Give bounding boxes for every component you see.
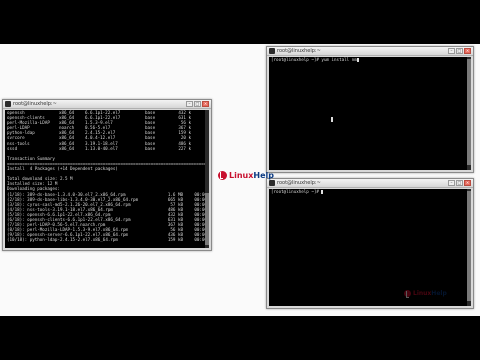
- terminal-icon: [269, 180, 275, 186]
- window-title: root@linuxhelp:~: [13, 101, 57, 107]
- terminal-output[interactable]: [root@linuxhelp ~]# yum install nm: [269, 57, 471, 170]
- maximize-button[interactable]: □: [456, 180, 463, 186]
- close-button[interactable]: ×: [202, 101, 209, 107]
- close-button[interactable]: ×: [464, 180, 471, 186]
- text-cursor: [356, 58, 359, 62]
- package-name: sssd: [7, 145, 18, 151]
- download-time: 00:00: [194, 237, 207, 243]
- linuxhelp-watermark-icon: [404, 290, 411, 298]
- package-size: 227 k: [178, 145, 191, 151]
- text-cursor: [321, 190, 324, 194]
- maximize-button[interactable]: □: [456, 48, 463, 54]
- close-button[interactable]: ×: [464, 48, 471, 54]
- scrollbar[interactable]: [467, 189, 471, 306]
- download-row: (10/18): python-ldap-2.4.15-2.el7.x86_64…: [5, 237, 209, 242]
- minimize-button[interactable]: –: [186, 101, 193, 107]
- bottom-letterbox: [0, 316, 480, 360]
- window-title: root@linuxhelp:~: [277, 48, 321, 54]
- download-file: (10/18): python-ldap-2.4.15-2.el7.x86_64…: [7, 237, 118, 243]
- package-version: 1.13.0-40.el7: [85, 145, 118, 151]
- titlebar[interactable]: root@linuxhelp:~ – □ ×: [3, 100, 211, 109]
- command-line[interactable]: [root@linuxhelp ~]#: [269, 189, 471, 195]
- terminal-output[interactable]: openssh x86_64 6.6.1p1-22.el7 base 432 k open…: [5, 110, 209, 248]
- mouse-ibeam-cursor: [331, 117, 333, 122]
- minimize-button[interactable]: –: [448, 48, 455, 54]
- terminal-window-top-right[interactable]: root@linuxhelp:~ – □ × [root@linuxhelp ~…: [266, 46, 474, 173]
- linuxhelp-logo: LinuxHelp: [218, 171, 274, 180]
- download-size: 159 kB: [167, 237, 183, 243]
- top-letterbox: [0, 0, 480, 44]
- watermark-text-linux: Linux: [413, 290, 432, 297]
- scrollbar-thumb[interactable]: [467, 191, 471, 302]
- maximize-button[interactable]: □: [194, 101, 201, 107]
- scrollbar[interactable]: [205, 110, 209, 248]
- package-row: sssd x86_64 1.13.0-40.el7 base 227 k: [5, 146, 209, 151]
- terminal-icon: [269, 48, 275, 54]
- linuxhelp-logo-icon: [218, 171, 227, 180]
- package-repo: base: [145, 145, 156, 151]
- window-title: root@linuxhelp:~: [277, 180, 321, 186]
- terminal-icon: [5, 101, 11, 107]
- terminal-window-left[interactable]: root@linuxhelp:~ – □ × openssh x86_64 6.6.…: [2, 99, 212, 251]
- scrollbar-thumb[interactable]: [467, 59, 471, 166]
- linuxhelp-watermark: LinuxHelp: [404, 290, 447, 298]
- titlebar[interactable]: root@linuxhelp:~ – □ ×: [267, 179, 473, 188]
- titlebar[interactable]: root@linuxhelp:~ – □ ×: [267, 47, 473, 56]
- watermark-text-help: Help: [431, 290, 447, 297]
- logo-text-linux: Linux: [229, 171, 254, 180]
- package-arch: x86_64: [59, 145, 75, 151]
- terminal-output[interactable]: [root@linuxhelp ~]#: [269, 189, 471, 306]
- minimize-button[interactable]: –: [448, 180, 455, 186]
- command-line[interactable]: [root@linuxhelp ~]# yum install nm: [269, 57, 471, 63]
- scrollbar[interactable]: [467, 57, 471, 170]
- scrollbar-thumb[interactable]: [205, 192, 209, 246]
- logo-text-help: Help: [253, 171, 274, 180]
